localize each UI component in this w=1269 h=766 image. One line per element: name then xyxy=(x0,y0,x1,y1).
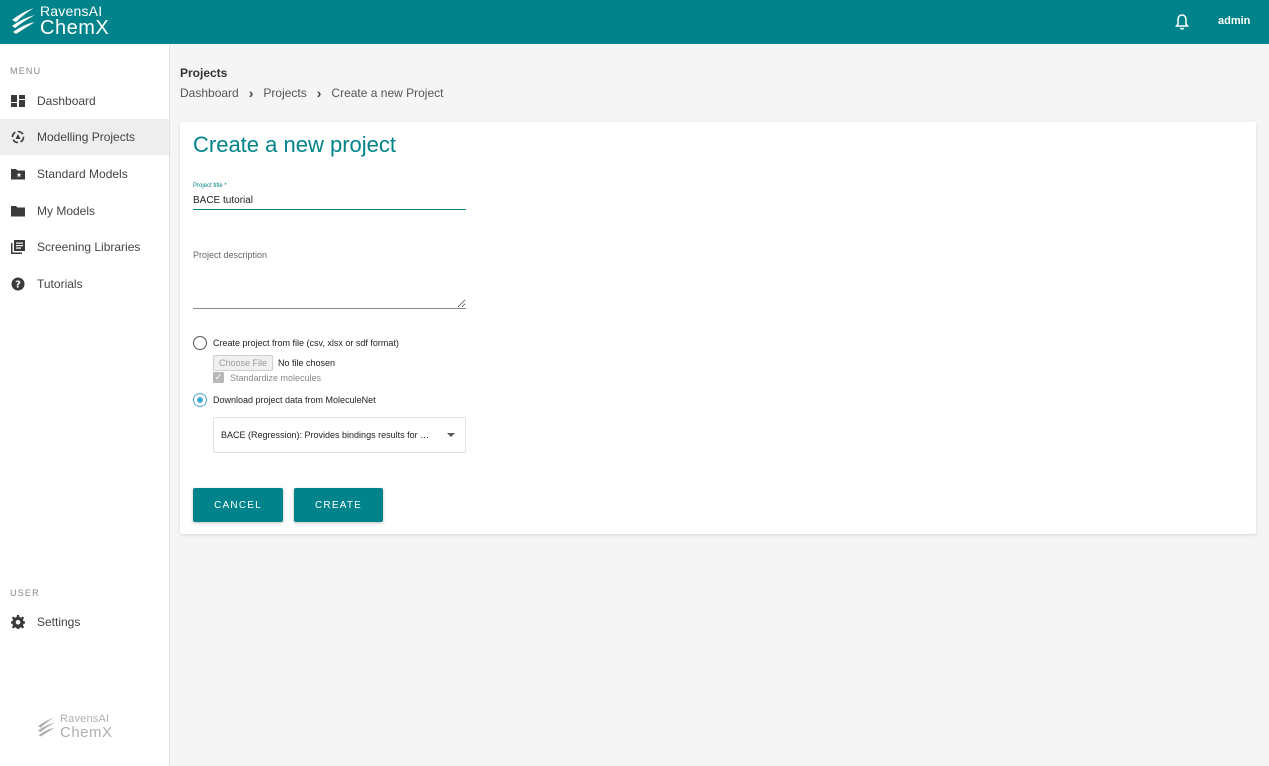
breadcrumb-dashboard[interactable]: Dashboard xyxy=(180,86,239,100)
radio-moleculenet[interactable] xyxy=(193,393,207,407)
footer-logo: RavensAI ChemX xyxy=(36,714,113,740)
svg-text:?: ? xyxy=(15,280,21,291)
option-from-file-label: Create project from file (csv, xlsx or s… xyxy=(213,338,399,348)
caret-down-icon xyxy=(447,433,455,437)
sidebar: MENU Dashboard Modelling Projects Standa… xyxy=(0,44,170,766)
sidebar-item-label: Screening Libraries xyxy=(37,240,141,254)
standardize-option[interactable]: ✓ Standardize molecules xyxy=(213,372,321,383)
sidebar-item-label: My Models xyxy=(37,204,96,218)
project-description-input[interactable] xyxy=(193,264,466,309)
dataset-select-value: BACE (Regression): Provides bindings res… xyxy=(221,430,430,440)
breadcrumb: Dashboard › Projects › Create a new Proj… xyxy=(180,85,443,101)
bell-icon[interactable] xyxy=(1174,13,1190,31)
user-menu[interactable]: admin xyxy=(1218,15,1250,27)
dashboard-icon xyxy=(11,94,25,108)
page-title: Projects xyxy=(180,66,228,80)
help-icon: ? xyxy=(11,277,25,291)
modelling-icon xyxy=(11,130,25,144)
menu-section-label: MENU xyxy=(10,66,42,76)
gear-icon xyxy=(11,615,25,629)
sidebar-item-label: Dashboard xyxy=(37,94,96,108)
breadcrumb-current: Create a new Project xyxy=(331,86,444,100)
sidebar-item-label: Modelling Projects xyxy=(37,130,136,144)
sidebar-item-settings[interactable]: Settings xyxy=(0,604,169,640)
sidebar-item-standard-models[interactable]: Standard Models xyxy=(0,156,169,192)
chevron-right-icon: › xyxy=(316,85,322,101)
dataset-select[interactable]: BACE (Regression): Provides bindings res… xyxy=(213,417,466,453)
option-from-file[interactable]: Create project from file (csv, xlsx or s… xyxy=(193,336,399,350)
sidebar-item-label: Settings xyxy=(37,615,81,629)
sidebar-item-tutorials[interactable]: ? Tutorials xyxy=(0,266,169,302)
cancel-button[interactable]: CANCEL xyxy=(193,488,283,522)
sidebar-item-my-models[interactable]: My Models xyxy=(0,193,169,229)
choose-file-button[interactable]: Choose File xyxy=(213,355,274,371)
chevron-right-icon: › xyxy=(248,85,254,101)
standardize-checkbox[interactable]: ✓ xyxy=(213,372,224,383)
ravens-logo-icon xyxy=(37,717,55,737)
brand-line1: RavensAI xyxy=(40,3,103,19)
sidebar-item-modelling-projects[interactable]: Modelling Projects xyxy=(0,119,169,155)
form-heading: Create a new project xyxy=(193,132,396,157)
create-button[interactable]: CREATE xyxy=(294,488,383,522)
create-project-card: Create a new project Project title * Pro… xyxy=(180,122,1256,534)
folder-star-icon xyxy=(11,167,25,181)
sidebar-item-label: Tutorials xyxy=(37,277,83,291)
app-logo[interactable]: RavensAI ChemX xyxy=(10,4,109,38)
sidebar-item-label: Standard Models xyxy=(37,167,128,181)
radio-from-file[interactable] xyxy=(193,336,207,350)
footer-brand-line2: ChemX xyxy=(60,724,113,741)
file-picker: Choose File No file chosen xyxy=(213,355,335,371)
folder-icon xyxy=(11,204,25,218)
ravens-logo-icon xyxy=(12,8,35,34)
top-app-bar: RavensAI ChemX admin xyxy=(0,0,1269,44)
sidebar-item-dashboard[interactable]: Dashboard xyxy=(0,83,169,119)
breadcrumb-projects[interactable]: Projects xyxy=(263,86,306,100)
sidebar-item-screening-libraries[interactable]: Screening Libraries xyxy=(0,229,169,265)
option-moleculenet-label: Download project data from MoleculeNet xyxy=(213,395,376,405)
user-section-label: USER xyxy=(10,588,40,598)
library-icon xyxy=(11,240,25,254)
standardize-label: Standardize molecules xyxy=(230,372,322,383)
project-title-label: Project title * xyxy=(193,183,227,189)
project-title-input[interactable] xyxy=(193,192,466,210)
brand-line2: ChemX xyxy=(40,17,110,39)
no-file-text: No file chosen xyxy=(278,358,336,368)
project-description-label: Project description xyxy=(193,250,268,260)
option-moleculenet[interactable]: Download project data from MoleculeNet xyxy=(193,393,376,407)
